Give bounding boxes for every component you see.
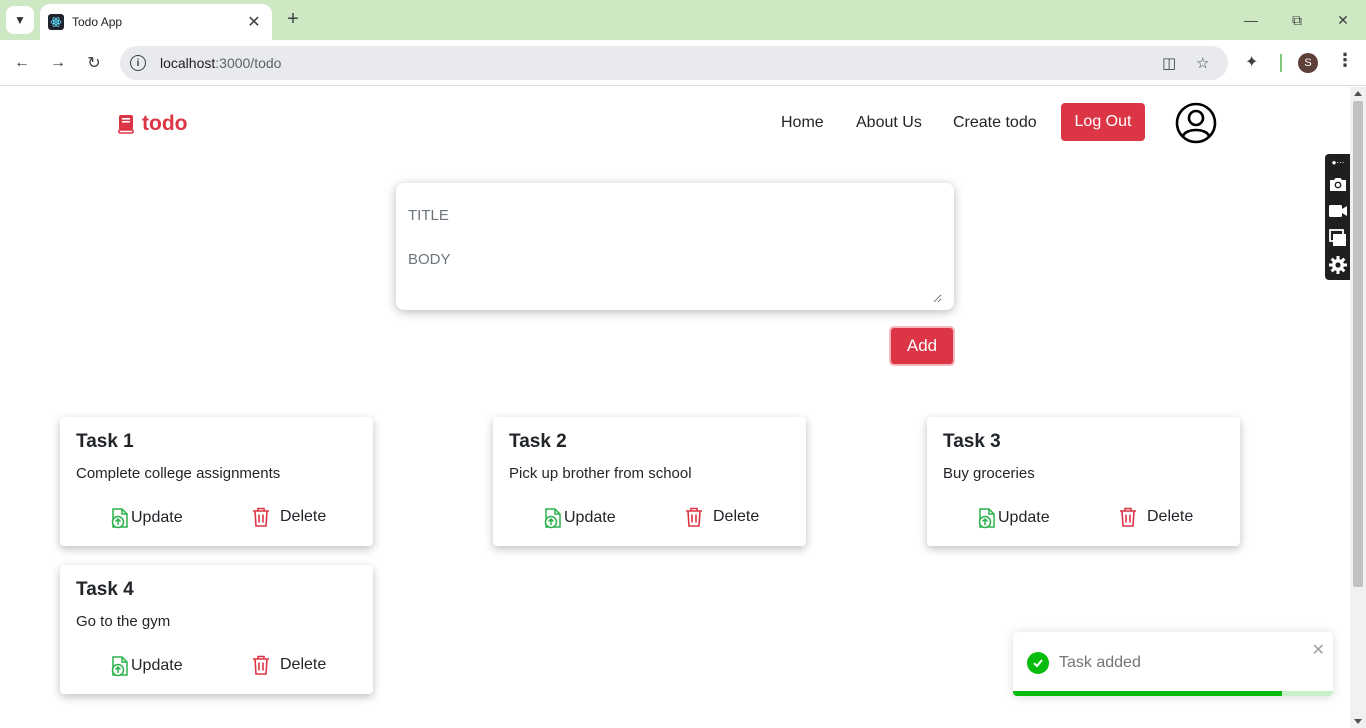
page-scrollbar[interactable] (1350, 87, 1366, 728)
task-body: Go to the gym (76, 613, 171, 630)
window-close-icon[interactable]: ✕ (1328, 8, 1358, 32)
profile-avatar[interactable]: S (1298, 53, 1318, 73)
delete-button[interactable]: Delete (252, 655, 326, 675)
install-app-icon[interactable]: ◫ (1162, 54, 1176, 72)
video-icon[interactable] (1328, 197, 1348, 224)
task-title: Task 2 (509, 431, 567, 452)
user-circle-icon[interactable] (1175, 102, 1217, 144)
restore-icon[interactable]: ⧉ (1282, 8, 1312, 32)
update-button[interactable]: Update (543, 507, 616, 529)
task-title: Task 4 (76, 579, 134, 600)
camera-icon[interactable] (1328, 170, 1348, 197)
tab-search-icon[interactable]: ▼ (6, 6, 34, 34)
forward-icon[interactable]: → (45, 50, 71, 76)
delete-button[interactable]: Delete (1119, 507, 1193, 527)
check-circle-icon (1027, 652, 1049, 674)
delete-label: Delete (280, 656, 327, 673)
add-button[interactable]: Add (889, 326, 955, 366)
extensions-icon[interactable]: ✦ (1245, 52, 1258, 72)
tab-close-icon[interactable]: ✕ (246, 12, 262, 32)
brand-name: todo (142, 112, 188, 135)
update-button[interactable]: Update (110, 655, 183, 677)
trash-icon (1120, 507, 1136, 527)
update-label: Update (998, 509, 1050, 526)
book-icon (118, 115, 134, 134)
file-upload-icon (978, 508, 995, 529)
capture-toolbar: ●⋯ (1325, 154, 1351, 280)
toast-message: Task added (1059, 654, 1141, 671)
update-label: Update (564, 509, 616, 526)
title-input[interactable] (408, 203, 928, 227)
url-path: :3000/todo (215, 55, 282, 71)
update-label: Update (131, 657, 183, 674)
settings-gear-icon[interactable] (1328, 251, 1348, 278)
page-viewport: todo Home About Us Create todo Log Out A… (0, 87, 1350, 728)
nav-link-create-todo[interactable]: Create todo (953, 114, 1037, 132)
reload-icon[interactable]: ↻ (81, 50, 107, 76)
task-body: Buy groceries (943, 465, 1035, 482)
delete-button[interactable]: Delete (252, 507, 326, 527)
nav-link-home[interactable]: Home (781, 114, 824, 132)
delete-button[interactable]: Delete (685, 507, 759, 527)
back-icon[interactable]: ← (9, 50, 35, 76)
file-upload-icon (111, 656, 128, 677)
task-card: Task 4 Go to the gym Update Delete (60, 565, 373, 694)
react-icon (48, 14, 64, 30)
new-tab-icon[interactable]: + (282, 8, 304, 30)
bookmark-star-icon[interactable]: ☆ (1196, 54, 1209, 72)
task-body: Pick up brother from school (509, 465, 692, 482)
file-upload-icon (111, 508, 128, 529)
file-upload-icon (544, 508, 561, 529)
scroll-up-icon[interactable] (1354, 91, 1362, 96)
more-options-icon[interactable]: ●⋯ (1332, 156, 1345, 170)
scroll-down-icon[interactable] (1354, 719, 1362, 724)
task-card: Task 2 Pick up brother from school Updat… (493, 417, 806, 546)
site-info-icon[interactable]: i (130, 55, 146, 71)
delete-label: Delete (280, 508, 327, 525)
toast-close-icon[interactable]: ✕ (1312, 640, 1325, 660)
browser-tab-strip: ▼ Todo App ✕ + — ⧉ ✕ (0, 0, 1366, 40)
minimize-icon[interactable]: — (1236, 8, 1266, 32)
toolbar-divider (1280, 54, 1282, 72)
trash-icon (253, 507, 269, 527)
delete-label: Delete (713, 508, 760, 525)
add-todo-form (396, 183, 954, 310)
tab-title: Todo App (72, 15, 123, 29)
body-input[interactable] (408, 251, 942, 303)
browser-menu-icon[interactable]: ⋮ (1336, 50, 1354, 71)
update-button[interactable]: Update (110, 507, 183, 529)
trash-icon (686, 507, 702, 527)
browser-tab[interactable]: Todo App ✕ (40, 4, 272, 40)
url-host: localhost (160, 55, 216, 71)
update-label: Update (131, 509, 183, 526)
browser-toolbar: ← → ↻ i localhost:3000/todo ◫ ☆ ✦ S ⋮ (0, 40, 1366, 86)
toast-progress-bar (1013, 691, 1282, 696)
task-title: Task 3 (943, 431, 1001, 452)
toast-notification: Task added ✕ (1013, 632, 1333, 696)
nav-link-about-us[interactable]: About Us (856, 114, 922, 132)
delete-label: Delete (1147, 508, 1194, 525)
task-card: Task 3 Buy groceries Update Delete (927, 417, 1240, 546)
logout-button[interactable]: Log Out (1061, 103, 1145, 141)
trash-icon (253, 655, 269, 675)
scrollbar-thumb[interactable] (1353, 101, 1363, 587)
brand-logo[interactable]: todo (118, 112, 187, 136)
task-card: Task 1 Complete college assignments Upda… (60, 417, 373, 546)
task-body: Complete college assignments (76, 465, 281, 482)
task-title: Task 1 (76, 431, 134, 452)
window-capture-icon[interactable] (1328, 224, 1348, 251)
address-bar[interactable]: i localhost:3000/todo ◫ ☆ (120, 46, 1228, 80)
update-button[interactable]: Update (977, 507, 1050, 529)
